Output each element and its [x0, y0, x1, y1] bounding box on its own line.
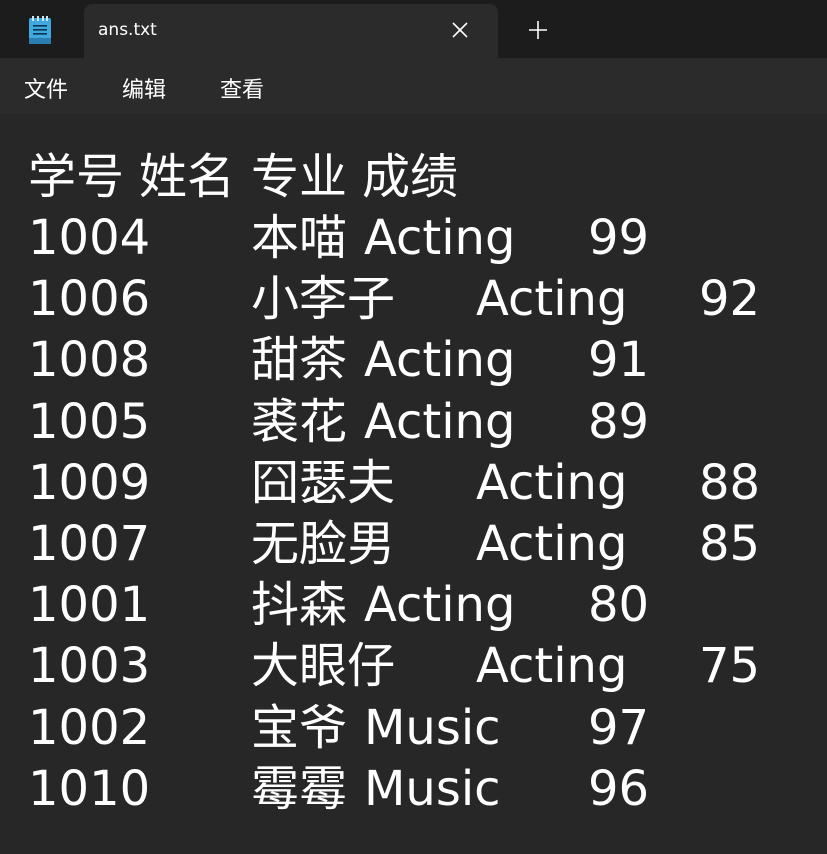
- row-id: 1009: [28, 454, 151, 511]
- row-score: 92: [699, 271, 761, 328]
- menu-view[interactable]: 查看: [220, 72, 264, 104]
- row-score: 80: [588, 577, 650, 634]
- table-row: 1005 裘花 Acting 89: [28, 392, 818, 453]
- row-major: Music: [364, 699, 501, 756]
- row-name: 大眼仔: [251, 638, 396, 695]
- row-id: 1001: [28, 577, 151, 634]
- row-id: 1003: [28, 638, 151, 695]
- header-id: 学号: [28, 149, 125, 205]
- row-score: 97: [588, 699, 650, 756]
- row-name: 本喵: [251, 210, 348, 266]
- notepad-window: ans.txt 文件 编辑 查看 学号 姓名 专业 成绩 1004 本喵 Actin…: [0, 0, 827, 854]
- row-major: Acting: [364, 332, 516, 389]
- row-major: Music: [364, 760, 501, 817]
- plus-icon[interactable]: [526, 18, 550, 42]
- row-id: 1008: [28, 332, 151, 389]
- row-score: 75: [699, 638, 761, 695]
- row-score: 96: [588, 760, 650, 817]
- row-name: 抖森: [251, 577, 348, 634]
- title-bar: ans.txt: [0, 0, 827, 58]
- tab-title: ans.txt: [98, 20, 157, 40]
- row-score: 99: [588, 210, 650, 266]
- row-major: Acting: [364, 393, 516, 450]
- close-icon[interactable]: [450, 20, 470, 40]
- text-editor[interactable]: 学号 姓名 专业 成绩 1004 本喵 Acting 99 1006 小李子 Acting 9…: [0, 114, 827, 854]
- menu-file[interactable]: 文件: [24, 72, 68, 104]
- row-score: 88: [699, 454, 761, 511]
- row-name: 甜茶: [251, 332, 348, 389]
- header-major: 专业: [251, 149, 348, 205]
- row-id: 1005: [28, 393, 151, 450]
- notepad-icon: [29, 16, 51, 44]
- row-score: 89: [588, 393, 650, 450]
- header-line: 学号 姓名 专业 成绩: [28, 147, 818, 208]
- table-row: 1010 霉霉 Music 96: [28, 759, 818, 820]
- row-id: 1002: [28, 699, 151, 756]
- table-row: 1004 本喵 Acting 99: [28, 208, 818, 269]
- row-score: 85: [699, 516, 761, 572]
- row-id: 1004: [28, 210, 151, 266]
- table-row: 1007 无脸男 Acting 85: [28, 514, 818, 575]
- row-major: Acting: [364, 577, 516, 634]
- row-name: 霉霉: [251, 760, 348, 817]
- row-id: 1010: [28, 760, 151, 817]
- row-major: Acting: [364, 210, 516, 266]
- row-name: 宝爷: [251, 699, 348, 756]
- tab-ans-txt[interactable]: ans.txt: [84, 4, 498, 58]
- table-row: 1002 宝爷 Music 97: [28, 698, 818, 759]
- menu-edit[interactable]: 编辑: [122, 72, 166, 104]
- table-row: 1003 大眼仔 Acting 75: [28, 636, 818, 697]
- table-row: 1009 囧瑟夫 Acting 88: [28, 453, 818, 514]
- row-name: 囧瑟夫: [251, 454, 396, 511]
- table-row: 1001 抖森 Acting 80: [28, 575, 818, 636]
- table-row: 1006 小李子 Acting 92: [28, 269, 818, 330]
- row-major: Acting: [476, 271, 628, 328]
- row-name: 小李子: [251, 271, 396, 328]
- header-name: 姓名: [139, 149, 236, 205]
- row-major: Acting: [476, 638, 628, 695]
- row-major: Acting: [476, 516, 628, 572]
- table-row: 1008 甜茶 Acting 91: [28, 330, 818, 391]
- row-name: 裘花: [251, 393, 348, 450]
- row-id: 1006: [28, 271, 151, 328]
- row-name: 无脸男: [251, 516, 396, 572]
- row-id: 1007: [28, 516, 151, 572]
- header-score: 成绩: [362, 149, 459, 205]
- row-score: 91: [588, 332, 650, 389]
- menu-bar: 文件 编辑 查看: [0, 58, 827, 114]
- row-major: Acting: [476, 454, 628, 511]
